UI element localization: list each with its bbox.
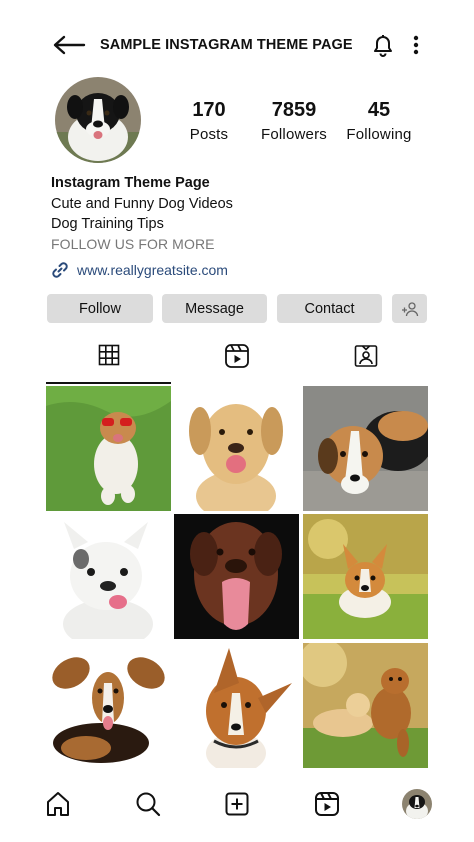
- tab-reels[interactable]: [174, 338, 299, 384]
- reels-icon[interactable]: [313, 790, 341, 818]
- profile-avatar[interactable]: [55, 77, 141, 163]
- link-icon: [52, 262, 68, 278]
- bell-icon[interactable]: [370, 32, 396, 58]
- bottom-navigation: [0, 784, 474, 826]
- post-thumbnail[interactable]: [46, 643, 171, 768]
- home-icon[interactable]: [44, 790, 72, 818]
- follow-button[interactable]: Follow: [47, 294, 153, 323]
- create-icon[interactable]: [223, 790, 251, 818]
- followers-label: Followers: [261, 126, 327, 143]
- stat-following[interactable]: 45 Following: [340, 99, 418, 143]
- link-url: www.reallygreatsite.com: [77, 262, 228, 278]
- grid-icon: [98, 344, 119, 366]
- page-title: SAMPLE INSTAGRAM THEME PAGE: [100, 37, 353, 53]
- add-person-icon: [401, 301, 418, 316]
- stat-posts[interactable]: 170 Posts: [174, 99, 244, 143]
- add-person-button[interactable]: [392, 294, 427, 323]
- profile-bio: Instagram Theme Page Cute and Funny Dog …: [51, 174, 233, 254]
- contact-button[interactable]: Contact: [277, 294, 382, 323]
- post-thumbnail[interactable]: [174, 386, 299, 511]
- tab-grid[interactable]: [46, 338, 171, 384]
- post-thumbnail[interactable]: [303, 514, 428, 639]
- followers-count: 7859: [271, 99, 317, 121]
- profile-link[interactable]: www.reallygreatsite.com: [50, 260, 228, 280]
- posts-label: Posts: [189, 126, 229, 143]
- post-thumbnail[interactable]: [174, 643, 299, 768]
- reels-icon: [224, 344, 249, 368]
- profile-avatar[interactable]: [402, 789, 432, 819]
- following-label: Following: [346, 126, 412, 143]
- tagged-icon: [354, 345, 377, 367]
- top-bar: SAMPLE INSTAGRAM THEME PAGE: [0, 26, 474, 66]
- bio-line: Dog Training Tips: [51, 216, 164, 232]
- post-thumbnail[interactable]: [46, 514, 171, 639]
- stat-followers[interactable]: 7859 Followers: [254, 99, 334, 143]
- post-thumbnail[interactable]: [303, 386, 428, 511]
- post-thumbnail[interactable]: [46, 386, 171, 511]
- tab-tagged[interactable]: [303, 338, 428, 384]
- search-icon[interactable]: [134, 790, 162, 818]
- message-button[interactable]: Message: [162, 294, 267, 323]
- post-thumbnail[interactable]: [174, 514, 299, 639]
- posts-count: 170: [192, 99, 226, 121]
- more-vertical-icon[interactable]: [410, 34, 422, 56]
- profile-name: Instagram Theme Page: [51, 175, 210, 191]
- following-count: 45: [367, 99, 391, 121]
- arrow-left-icon[interactable]: [52, 34, 86, 56]
- profile-tabs: [46, 338, 428, 384]
- post-thumbnail[interactable]: [303, 643, 428, 768]
- bio-call-to-action: FOLLOW US FOR MORE: [51, 236, 215, 252]
- bio-line: Cute and Funny Dog Videos: [51, 196, 233, 212]
